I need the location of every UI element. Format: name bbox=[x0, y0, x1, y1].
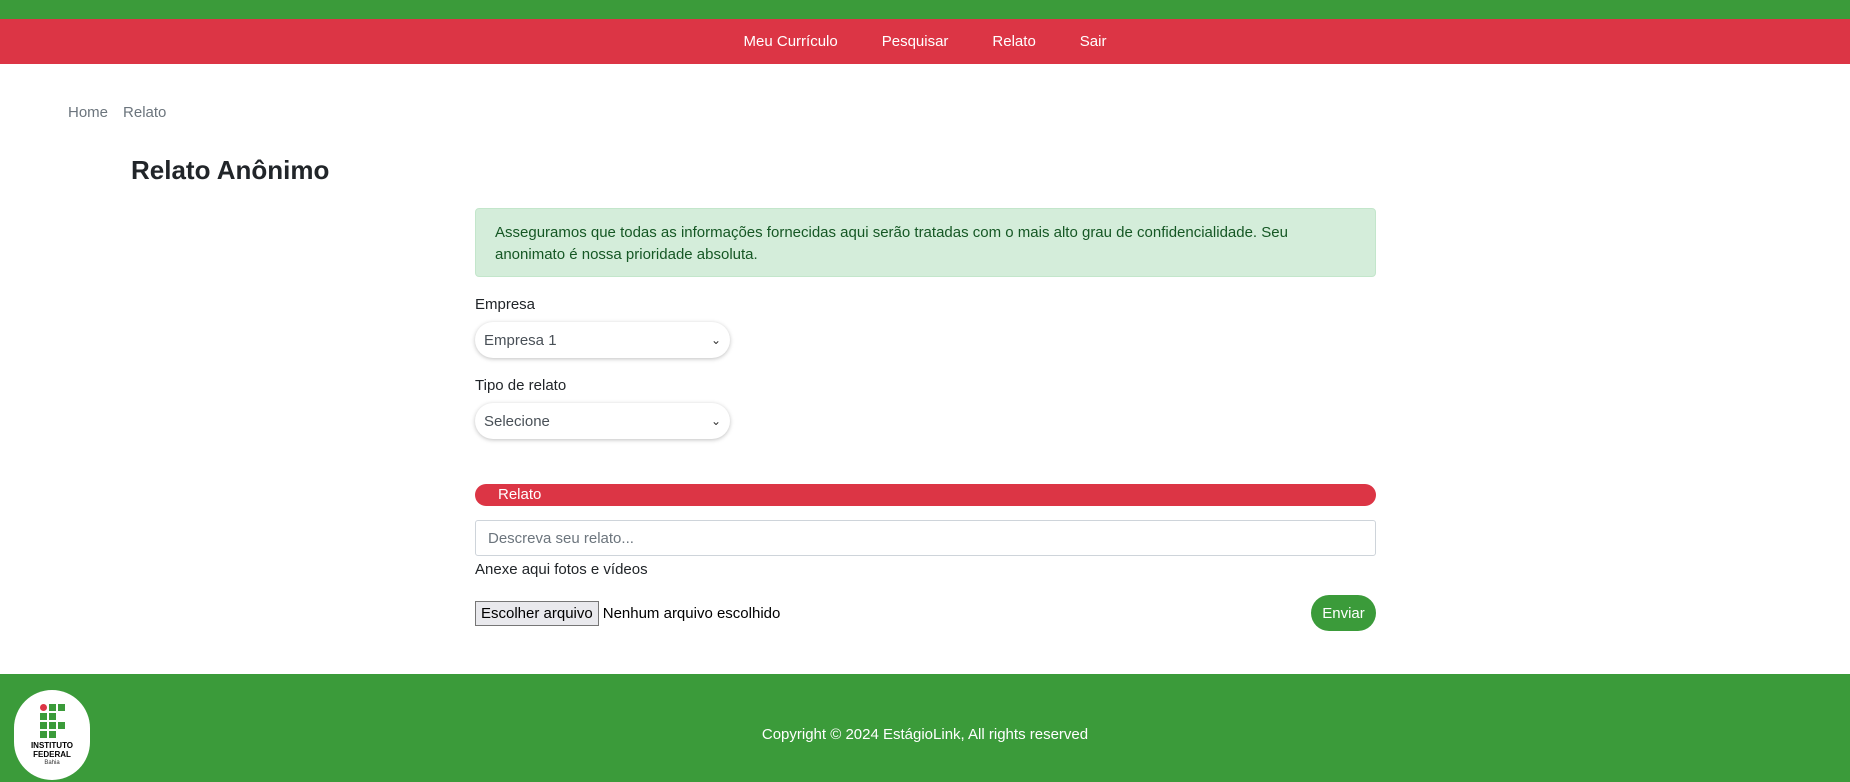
empresa-select[interactable]: Empresa 1 ⌄ bbox=[475, 322, 730, 358]
file-status: Nenhum arquivo escolhido bbox=[602, 604, 781, 622]
chevron-down-icon: ⌄ bbox=[710, 414, 721, 428]
empresa-label: Empresa bbox=[475, 296, 536, 313]
tipo-relato-label: Tipo de relato bbox=[475, 377, 567, 394]
relato-input[interactable]: Descreva seu relato... bbox=[475, 520, 1376, 556]
file-input: Escolher arquivo Nenhum arquivo escolhid… bbox=[475, 600, 781, 626]
report-form: Asseguramos que todas as informações for… bbox=[475, 208, 1376, 631]
submit-button[interactable]: Enviar bbox=[1311, 595, 1376, 631]
nav-item-meu-curriculo[interactable]: Meu Currículo bbox=[744, 33, 838, 50]
choose-file-button[interactable]: Escolher arquivo bbox=[475, 600, 599, 626]
main-navbar: Meu Currículo Pesquisar Relato Sair bbox=[0, 19, 1850, 64]
breadcrumb: Home Relato bbox=[68, 104, 181, 121]
empresa-select-value: Empresa 1 bbox=[484, 331, 557, 349]
footer: INSTITUTO FEDERAL Bahia Copyright © 2024… bbox=[0, 674, 1850, 782]
logo-text-line2: FEDERAL bbox=[33, 750, 71, 759]
tipo-relato-select-value: Selecione bbox=[484, 412, 550, 430]
footer-copyright-wrap: Copyright © 2024 EstágioLink, All rights… bbox=[0, 726, 1850, 743]
page-title: Relato Anônimo bbox=[131, 155, 330, 185]
chevron-down-icon: ⌄ bbox=[710, 333, 721, 347]
relato-input-placeholder: Descreva seu relato... bbox=[488, 529, 634, 547]
footer-copyright: Copyright © 2024 EstágioLink, All rights… bbox=[761, 726, 1089, 743]
tipo-relato-select[interactable]: Selecione ⌄ bbox=[475, 403, 730, 439]
attach-label: Anexe aqui fotos e vídeos bbox=[475, 561, 648, 578]
logo-text-line3: Bahia bbox=[44, 760, 60, 766]
breadcrumb-home[interactable]: Home bbox=[68, 104, 108, 121]
nav-item-pesquisar[interactable]: Pesquisar bbox=[882, 33, 949, 50]
top-green-strip bbox=[0, 0, 1850, 19]
nav-item-relato[interactable]: Relato bbox=[992, 33, 1035, 50]
file-row: Escolher arquivo Nenhum arquivo escolhid… bbox=[475, 595, 1376, 631]
confidentiality-alert: Asseguramos que todas as informações for… bbox=[475, 208, 1376, 277]
nav-item-sair[interactable]: Sair bbox=[1080, 33, 1107, 50]
relato-section-header: Relato bbox=[475, 484, 1376, 506]
breadcrumb-current[interactable]: Relato bbox=[123, 104, 166, 121]
